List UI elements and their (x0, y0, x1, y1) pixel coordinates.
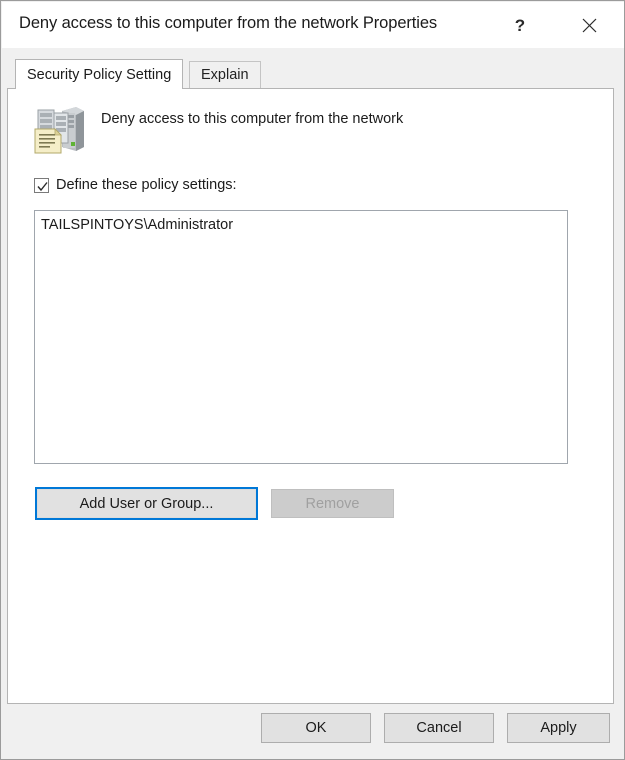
apply-button[interactable]: Apply (507, 713, 610, 743)
policy-entries-listbox[interactable]: TAILSPINTOYS\Administrator (34, 210, 568, 464)
title-bar: Deny access to this computer from the ne… (2, 2, 624, 48)
help-button[interactable]: ? (497, 3, 543, 48)
checkbox-label: Define these policy settings: (56, 177, 237, 193)
list-item[interactable]: TAILSPINTOYS\Administrator (35, 211, 567, 233)
properties-dialog-window: Deny access to this computer from the ne… (0, 0, 625, 760)
window-title: Deny access to this computer from the ne… (19, 14, 438, 32)
policy-name-label: Deny access to this computer from the ne… (101, 111, 404, 127)
define-policy-settings-checkbox[interactable]: Define these policy settings: (34, 177, 237, 193)
checkbox-box[interactable] (34, 177, 49, 193)
tab-security-policy-setting[interactable]: Security Policy Setting (15, 59, 184, 89)
remove-button[interactable]: Remove (271, 489, 394, 518)
add-user-or-group-button[interactable]: Add User or Group... (37, 489, 256, 518)
cancel-button[interactable]: Cancel (384, 713, 494, 743)
add-user-or-group-focus-ring: Add User or Group... (35, 487, 258, 520)
server-policy-icon (29, 97, 91, 159)
question-mark-icon: ? (514, 16, 526, 35)
close-button[interactable] (566, 3, 612, 48)
ok-button[interactable]: OK (261, 713, 371, 743)
close-x-icon (582, 18, 597, 33)
tab-explain[interactable]: Explain (189, 61, 261, 88)
tab-strip: Security Policy Setting Explain (1, 59, 624, 89)
